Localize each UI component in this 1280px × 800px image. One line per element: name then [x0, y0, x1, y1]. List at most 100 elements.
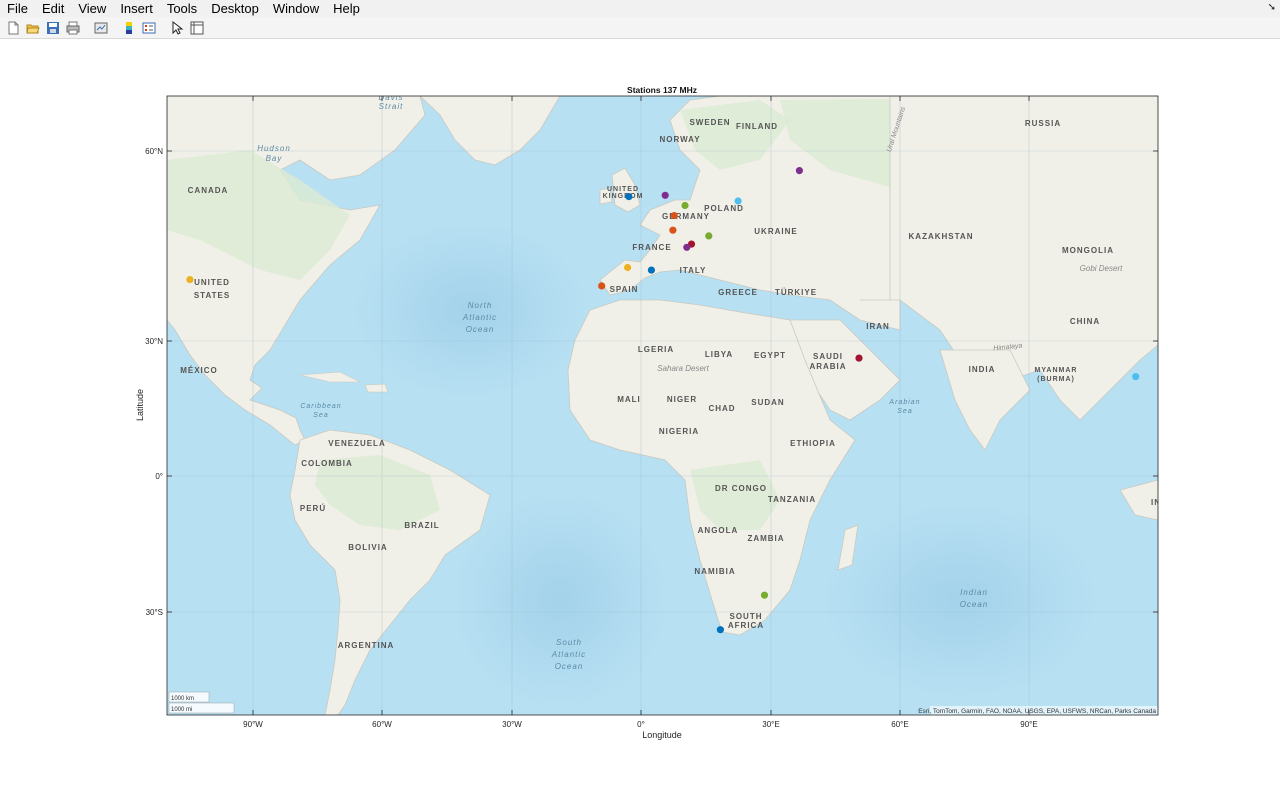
label-atlantic: Atlantic	[462, 313, 497, 322]
label-finland: FINLAND	[736, 122, 778, 131]
lat-tick-label: 30°S	[146, 608, 163, 617]
label-myanmar-2: (BURMA)	[1037, 376, 1075, 383]
label-sahara: Sahara Desert	[657, 364, 709, 373]
lat-tick-label: 60°N	[145, 147, 163, 156]
label-egypt: EGYPT	[754, 351, 786, 360]
label-nigeria: NIGERIA	[659, 427, 699, 436]
station-marker[interactable]	[681, 201, 689, 210]
label-namibia: NAMIBIA	[694, 567, 735, 576]
station-marker[interactable]	[795, 167, 804, 175]
label-arabian-sea: Sea	[897, 408, 912, 415]
new-figure-button[interactable]	[6, 21, 20, 35]
label-niger: NIGER	[667, 395, 697, 404]
legend-icon	[142, 22, 156, 33]
station-marker[interactable]	[760, 591, 769, 599]
edit-plot-button[interactable]	[170, 20, 184, 35]
label-myanmar: MYANMAR	[1035, 367, 1078, 374]
hispaniola	[364, 383, 389, 393]
label-algeria: LGERIA	[638, 345, 674, 354]
label-libya: LIBYA	[705, 350, 733, 359]
link-plot-button[interactable]	[94, 21, 108, 35]
lon-tick-label: 0°	[637, 720, 645, 729]
lat-tick-labels: 60°N 30°N 0° 30°S	[145, 147, 163, 617]
label-sudan: SUDAN	[751, 398, 784, 407]
label-poland: POLAND	[704, 204, 744, 213]
print-button[interactable]	[66, 21, 80, 35]
label-france: FRANCE	[632, 243, 671, 252]
station-marker[interactable]	[670, 212, 678, 220]
label-ukraine: UKRAINE	[754, 227, 797, 236]
lat-tick-label: 0°	[155, 472, 163, 481]
lon-tick-label: 60°E	[891, 720, 908, 729]
label-colombia: COLOMBIA	[301, 459, 353, 468]
station-marker[interactable]	[647, 266, 656, 274]
label-south-atl-3: Ocean	[555, 662, 584, 671]
lon-tick-label: 60°W	[372, 720, 392, 729]
figure-toolbar	[0, 17, 1280, 39]
label-greece: GREECE	[718, 288, 758, 297]
label-hudson: Hudson	[257, 144, 291, 153]
label-south: SOUTH	[730, 612, 763, 621]
open-file-button[interactable]	[26, 21, 40, 35]
menu-view[interactable]: View	[71, 0, 113, 17]
menu-edit[interactable]: Edit	[35, 0, 71, 17]
legend-button[interactable]	[142, 21, 156, 35]
menu-help[interactable]: Help	[326, 0, 367, 17]
label-ocean: Ocean	[466, 325, 495, 334]
station-marker[interactable]	[661, 191, 669, 199]
label-norway: NORWAY	[659, 135, 700, 144]
label-peru: PERÚ	[300, 504, 326, 513]
save-disk-icon	[47, 21, 59, 34]
station-marker[interactable]	[625, 193, 633, 201]
dock-arrow-icon[interactable]: ➘	[1268, 2, 1276, 13]
label-italy: ITALY	[680, 266, 707, 275]
label-canada: CANADA	[188, 186, 229, 195]
label-united-states-2: STATES	[194, 291, 230, 300]
menu-bar: File Edit View Insert Tools Desktop Wind…	[0, 0, 1280, 17]
x-axis-label: Longitude	[642, 730, 682, 740]
station-marker[interactable]	[683, 243, 691, 251]
lat-tick-label: 30°N	[145, 337, 163, 346]
label-zambia: ZAMBIA	[747, 534, 784, 543]
map-axes: CANADA UNITED STATES MÉXICO VENEZUELA CO…	[135, 85, 1159, 740]
label-russia: RUSSIA	[1025, 119, 1061, 128]
folder-open-icon	[26, 24, 40, 33]
station-marker[interactable]	[705, 232, 713, 240]
label-mongolia: MONGOLIA	[1062, 246, 1114, 255]
label-brazil: BRAZIL	[404, 521, 439, 530]
label-bolivia: BOLIVIA	[348, 543, 387, 552]
colorbar-button[interactable]	[122, 21, 136, 35]
lon-tick-labels: 90°W 60°W 30°W 0° 30°E 60°E 90°E	[243, 720, 1038, 729]
label-venezuela: VENEZUELA	[328, 439, 385, 448]
label-gobi: Gobi Desert	[1080, 264, 1123, 273]
scale-mi-label: 1000 mi	[171, 707, 192, 713]
menu-tools[interactable]: Tools	[160, 0, 204, 17]
menu-window[interactable]: Window	[266, 0, 326, 17]
station-marker[interactable]	[669, 226, 677, 234]
menu-file[interactable]: File	[0, 0, 35, 17]
label-bay: Bay	[266, 154, 283, 163]
station-marker[interactable]	[598, 282, 606, 290]
save-figure-button[interactable]	[46, 21, 60, 35]
station-marker[interactable]	[1132, 373, 1140, 381]
station-marker[interactable]	[716, 626, 725, 634]
menu-desktop[interactable]: Desktop	[204, 0, 266, 17]
property-inspector-button[interactable]	[190, 21, 204, 35]
pointer-arrow-icon	[172, 20, 184, 35]
label-caribbean: Caribbean	[300, 403, 341, 410]
label-drcongo: DR CONGO	[715, 484, 767, 493]
menu-insert[interactable]: Insert	[113, 0, 160, 17]
label-saudi: SAUDI	[813, 352, 843, 361]
label-angola: ANGOLA	[698, 526, 739, 535]
station-marker[interactable]	[186, 276, 194, 284]
lon-tick-label: 30°W	[502, 720, 522, 729]
label-north: North	[468, 301, 493, 310]
y-axis-label: Latitude	[135, 389, 145, 421]
lon-tick-label: 90°E	[1020, 720, 1037, 729]
basemap: CANADA UNITED STATES MÉXICO VENEZUELA CO…	[167, 96, 1158, 715]
new-file-icon	[8, 21, 19, 34]
station-marker[interactable]	[624, 263, 632, 272]
station-marker[interactable]	[734, 197, 742, 205]
station-marker[interactable]	[855, 354, 863, 362]
label-ethiopia: ETHIOPIA	[790, 439, 836, 448]
